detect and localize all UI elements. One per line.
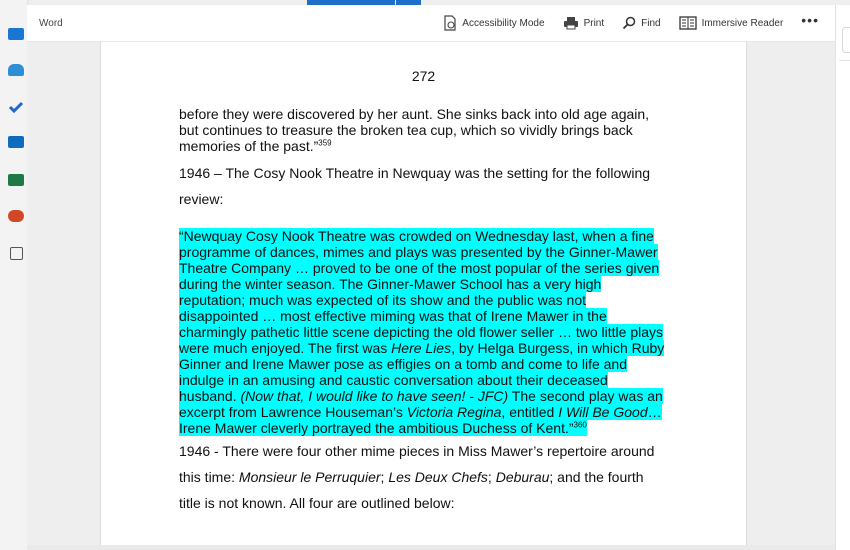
app-name: Word [39, 17, 63, 29]
outlook-icon[interactable] [8, 136, 24, 148]
pane-toggle[interactable] [842, 27, 850, 53]
powerpoint-icon[interactable] [8, 210, 24, 222]
paragraph-3: 1946 - There were four other mime pieces… [179, 443, 655, 511]
accessibility-mode-button[interactable]: Accessibility Mode [443, 15, 545, 31]
find-button[interactable]: Find [622, 16, 661, 30]
print-button[interactable]: Print [563, 16, 605, 30]
highlighted-quote: “Newquay Cosy Nook Theatre was crowded o… [179, 228, 665, 436]
side-pane [835, 5, 850, 550]
page-body[interactable]: before they were discovered by her aunt.… [179, 106, 669, 516]
footnote-ref-360[interactable]: 360 [574, 420, 587, 429]
apps-grid-icon[interactable] [10, 247, 23, 260]
paragraph-2: 1946 – The Cosy Nook Theatre in Newquay … [179, 165, 651, 207]
accessibility-label: Accessibility Mode [462, 17, 545, 29]
print-label: Print [583, 17, 605, 29]
footnote-ref-359[interactable]: 359 [318, 138, 331, 147]
accessibility-icon [443, 15, 457, 31]
search-icon [622, 16, 636, 30]
more-options-button[interactable]: ••• [801, 12, 819, 28]
document-page: 272 before they were discovered by her a… [100, 42, 747, 550]
document-canvas: 272 before they were discovered by her a… [27, 42, 835, 550]
find-label: Find [641, 17, 661, 29]
pane-divider [839, 60, 850, 61]
people-icon[interactable] [8, 64, 24, 76]
immersive-reader-icon [678, 16, 697, 30]
toolbar-actions: Accessibility Mode Print Find Immersive … [443, 12, 835, 31]
app-launcher-rail [0, 0, 28, 550]
paragraph-1: before they were discovered by her aunt.… [179, 106, 650, 154]
immersive-reader-button[interactable]: Immersive Reader [678, 16, 784, 30]
printer-icon [563, 16, 579, 30]
word-toolbar: Word Accessibility Mode Print Find Immer… [27, 5, 835, 42]
todo-icon[interactable] [8, 100, 24, 114]
page-number: 272 [411, 68, 436, 84]
excel-icon[interactable] [8, 174, 24, 186]
status-strip [27, 545, 835, 550]
immersive-reader-label: Immersive Reader [701, 17, 784, 29]
calendar-icon[interactable] [8, 28, 24, 40]
